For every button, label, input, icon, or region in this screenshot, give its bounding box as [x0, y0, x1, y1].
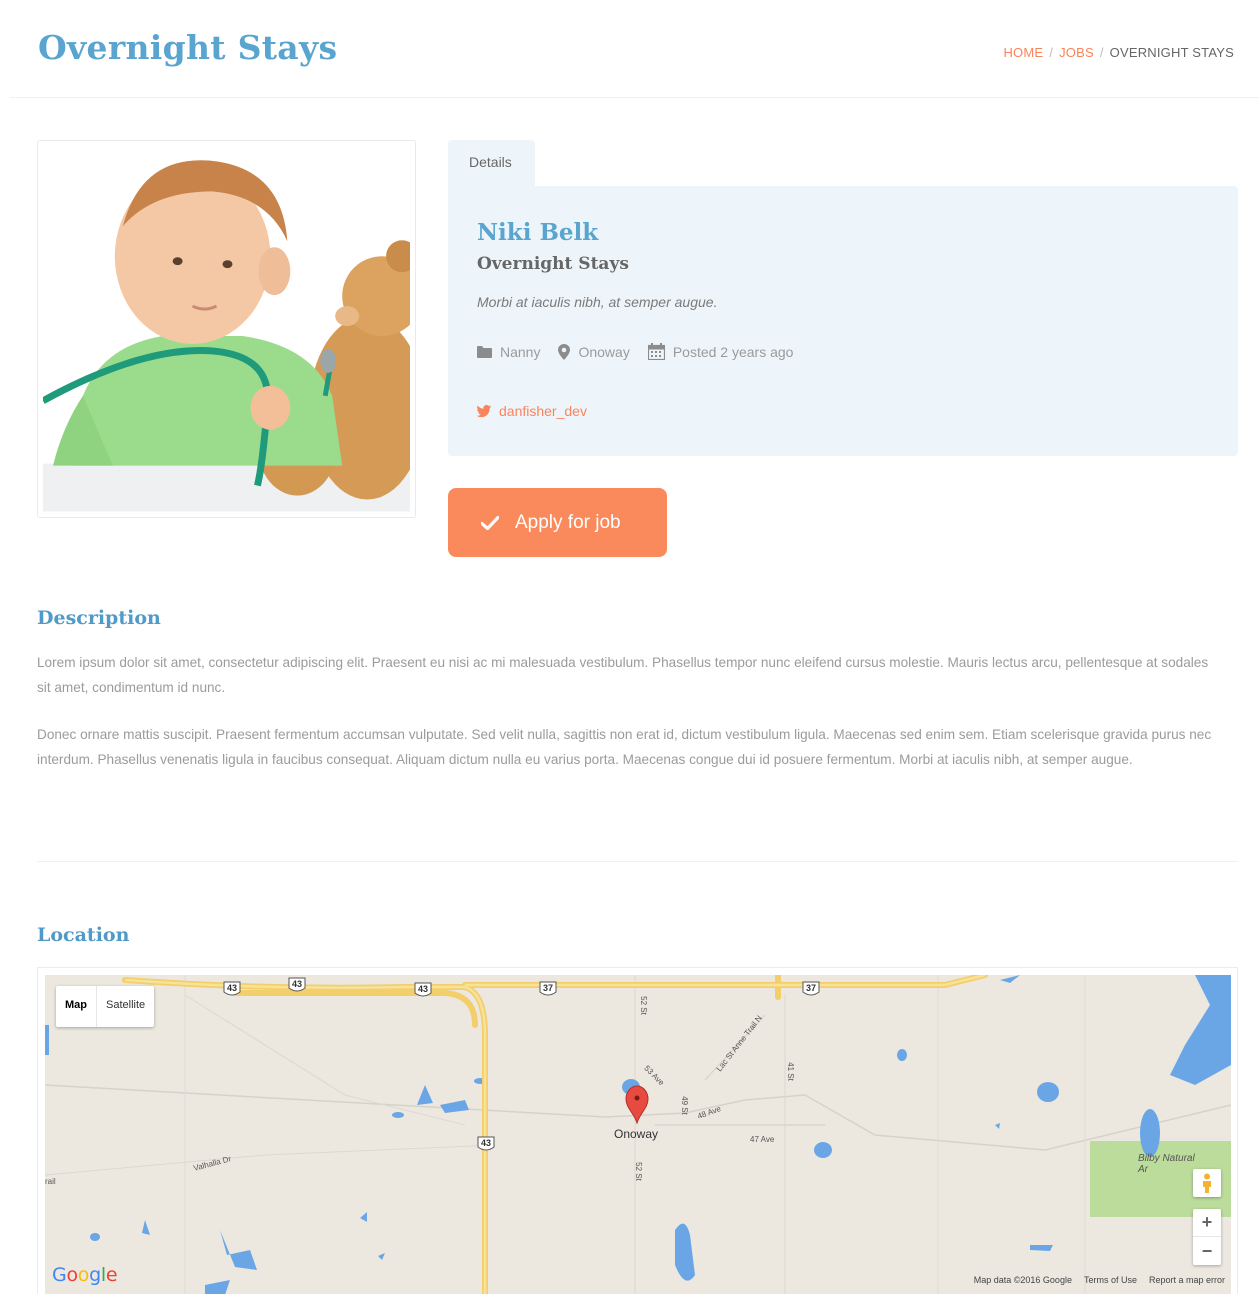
svg-text:43: 43 — [418, 984, 428, 994]
calendar-icon — [647, 343, 665, 360]
map-type-map[interactable]: Map — [56, 986, 97, 1027]
twitter-link[interactable]: danfisher_dev — [477, 403, 587, 419]
job-meta: Nanny Onoway Posted 2 years ago — [477, 343, 811, 360]
google-logo: Google — [52, 1264, 118, 1286]
job-tagline: Morbi at iaculis nibh, at semper augue. — [477, 294, 718, 310]
svg-text:43: 43 — [227, 983, 237, 993]
svg-text:43: 43 — [292, 979, 302, 989]
job-photo-frame — [37, 140, 416, 518]
job-title: Overnight Stays — [477, 254, 629, 274]
tab-details[interactable]: Details — [448, 140, 535, 187]
breadcrumb-current: OVERNIGHT STAYS — [1109, 45, 1234, 60]
map-type-satellite[interactable]: Satellite — [97, 986, 154, 1027]
page-header: Overnight Stays HOME / JOBS / OVERNIGHT STAY… — [10, 8, 1259, 98]
map-street-label: rail — [45, 1177, 56, 1186]
job-posted-label: Posted 2 years ago — [672, 343, 794, 360]
description-paragraph: Donec ornare mattis suscipit. Praesent f… — [37, 727, 1212, 767]
breadcrumb: HOME / JOBS / OVERNIGHT STAYS — [1003, 45, 1234, 60]
location-heading: Location — [37, 924, 130, 946]
zoom-control: + − — [1193, 1209, 1221, 1265]
twitter-icon — [477, 405, 491, 417]
job-category: Nanny — [477, 344, 540, 360]
map-park-label: Bilby Natural Ar — [1138, 1153, 1195, 1175]
svg-text:37: 37 — [806, 983, 816, 993]
street-view-pegman[interactable] — [1193, 1169, 1221, 1197]
svg-text:43: 43 — [481, 1138, 491, 1148]
check-icon — [481, 515, 499, 530]
job-location-label: Onoway — [578, 343, 630, 360]
zoom-out-button[interactable]: − — [1193, 1237, 1221, 1265]
details-panel: Niki Belk Overnight Stays Morbi at iacul… — [448, 186, 1238, 456]
description-heading: Description — [37, 607, 161, 629]
map-street-label: 47 Ave — [750, 1135, 775, 1144]
description-paragraph: Lorem ipsum dolor sit amet, consectetur … — [37, 655, 1209, 695]
apply-button-label: Apply for job — [515, 511, 621, 533]
map-street-label: 41 St — [785, 1062, 795, 1081]
map-type-control: Map Satellite — [56, 986, 155, 1027]
breadcrumb-home[interactable]: HOME — [1003, 45, 1043, 60]
map-report-link[interactable]: Report a map error — [1149, 1275, 1225, 1285]
job-photo — [43, 146, 410, 512]
breadcrumb-jobs[interactable]: JOBS — [1059, 45, 1094, 60]
folder-icon — [477, 345, 492, 358]
job-location: Onoway — [558, 343, 630, 360]
map-street-label: 52 St — [638, 996, 648, 1015]
map-data-credit: Map data ©2016 Google — [973, 1275, 1072, 1285]
apply-for-job-button[interactable]: Apply for job — [448, 488, 667, 557]
job-category-label: Nanny — [500, 343, 541, 360]
zoom-in-button[interactable]: + — [1193, 1209, 1221, 1237]
page-title: Overnight Stays — [38, 28, 338, 67]
location-map-frame: 43 43 43 37 37 43 Map Satellite 52 St 53… — [37, 967, 1238, 1294]
map-town-label: Onoway — [614, 1127, 659, 1141]
job-posted: Posted 2 years ago — [647, 343, 794, 360]
pegman-icon — [1203, 1173, 1211, 1193]
employer-name: Niki Belk — [477, 219, 599, 246]
map-attribution: Map data ©2016 Google Terms of Use Repor… — [962, 1275, 1225, 1285]
breadcrumb-separator: / — [1099, 45, 1104, 60]
map-terms-link[interactable]: Terms of Use — [1084, 1275, 1137, 1285]
map-street-label: 49 St — [679, 1096, 689, 1115]
svg-text:37: 37 — [543, 983, 553, 993]
map-marker-icon — [558, 343, 571, 360]
breadcrumb-separator: / — [1049, 45, 1054, 60]
section-divider — [37, 861, 1238, 862]
twitter-handle: danfisher_dev — [499, 403, 587, 419]
map-street-label: 52 St — [633, 1162, 643, 1181]
location-map[interactable]: 43 43 43 37 37 43 Map Satellite 52 St 53… — [45, 975, 1231, 1294]
